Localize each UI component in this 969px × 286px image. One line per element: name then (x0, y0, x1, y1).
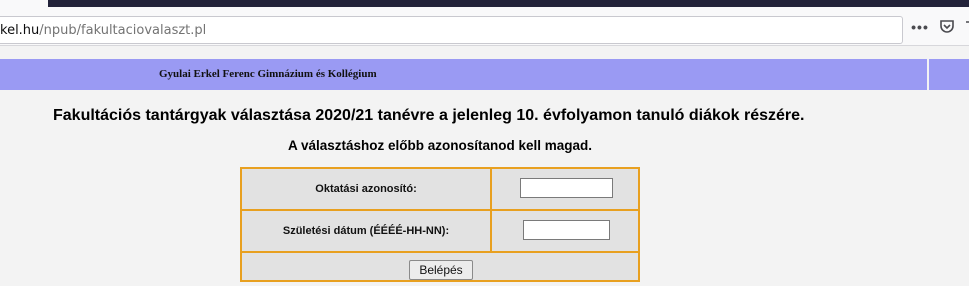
site-banner: Gyulai Erkel Ferenc Gimnázium és Kollégi… (0, 59, 927, 90)
birthdate-input-cell (494, 211, 638, 251)
form-row-id: Oktatási azonosító: (242, 169, 638, 211)
address-bar[interactable]: kel.hu/npub/fakultaciovalaszt.pl (0, 16, 903, 44)
student-id-input[interactable] (520, 178, 613, 198)
birthdate-label: Születési dátum (ÉÉÉÉ-HH-NN): (242, 211, 492, 251)
pocket-button[interactable] (935, 15, 959, 39)
banner-side-cell (929, 59, 969, 90)
id-input-cell (494, 169, 638, 209)
browser-toolbar: kel.hu/npub/fakultaciovalaszt.pl ••• (0, 11, 969, 46)
birthdate-input[interactable] (523, 220, 610, 240)
id-label: Oktatási azonosító: (242, 169, 492, 209)
url-text[interactable]: kel.hu/npub/fakultaciovalaszt.pl (0, 23, 206, 38)
url-path: /npub/fakultaciovalaszt.pl (39, 23, 207, 38)
extensions-button[interactable] (960, 15, 969, 39)
page-title: Fakultációs tantárgyak választása 2020/2… (53, 107, 805, 124)
pocket-icon (940, 20, 954, 33)
extensions-icon (966, 21, 969, 23)
site-title: Gyulai Erkel Ferenc Gimnázium és Kollégi… (159, 68, 377, 80)
page-content: Gyulai Erkel Ferenc Gimnázium és Kollégi… (0, 46, 969, 286)
more-actions-button[interactable]: ••• (908, 15, 932, 39)
login-form: Oktatási azonosító: Születési dátum (ÉÉÉ… (240, 167, 640, 282)
url-host: kel.hu (0, 23, 40, 38)
more-actions-icon: ••• (911, 19, 929, 35)
window-top-strip (0, 0, 969, 11)
page-subtitle: A választáshoz előbb azonosítanod kell m… (287, 138, 593, 153)
tab-strip (48, 0, 969, 7)
form-row-birthdate: Születési dátum (ÉÉÉÉ-HH-NN): (242, 211, 638, 253)
login-button[interactable]: Belépés (409, 260, 473, 280)
